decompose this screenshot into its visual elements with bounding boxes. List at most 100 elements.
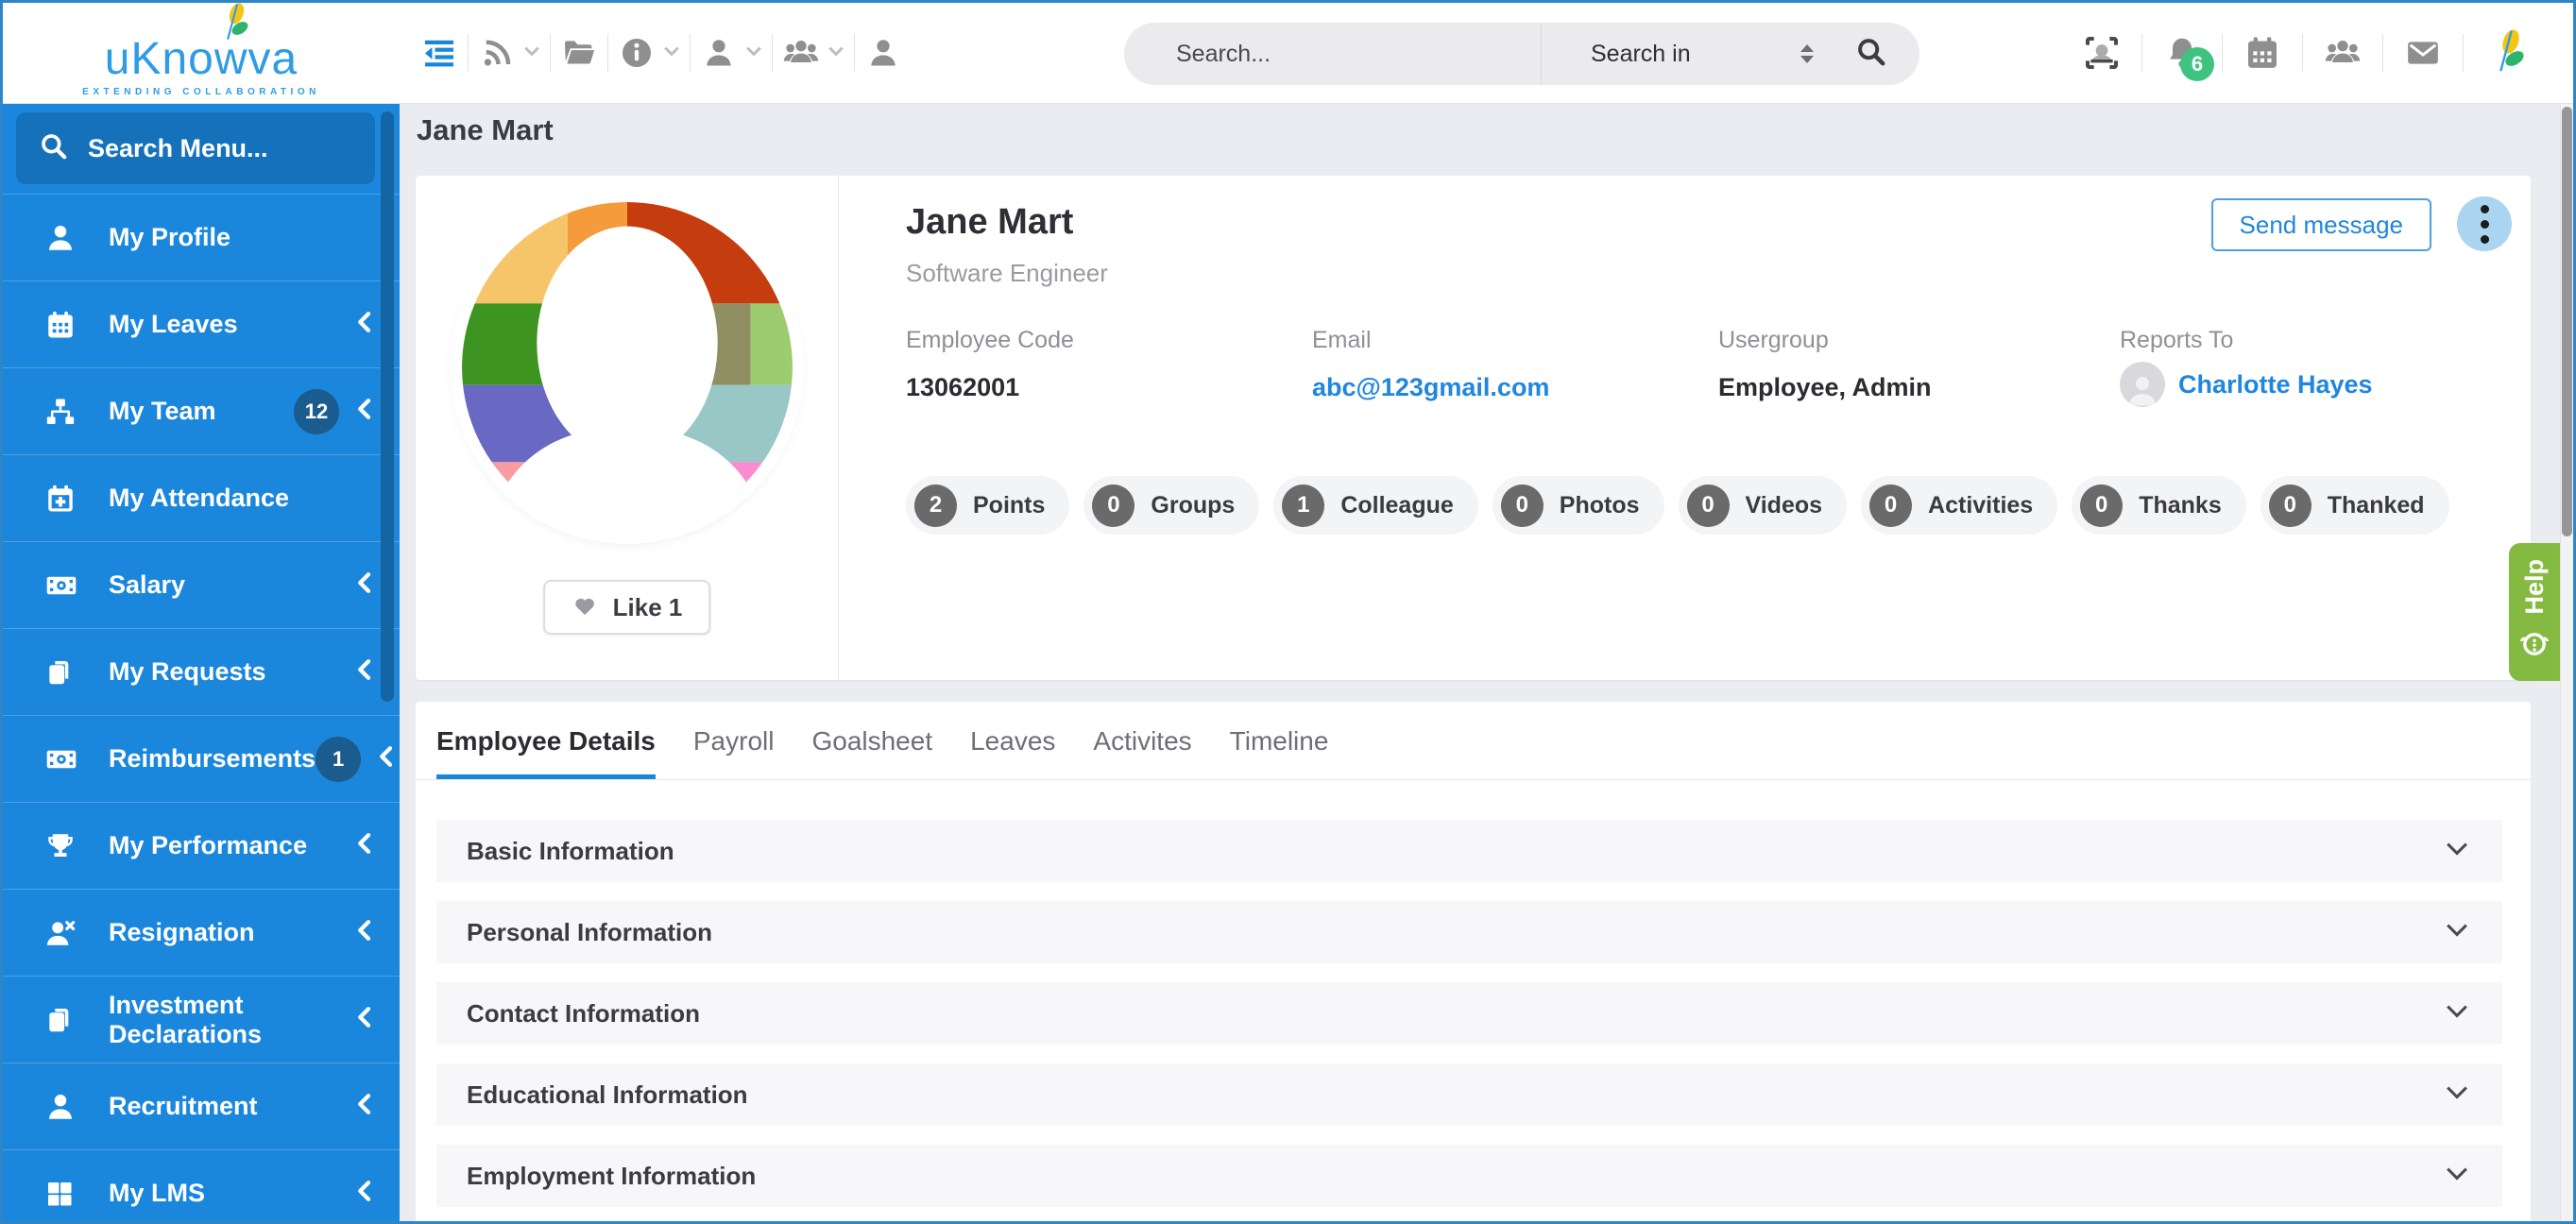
sidebar-item-my-leaves[interactable]: My Leaves xyxy=(3,280,400,367)
page-scrollbar[interactable] xyxy=(2560,104,2573,1221)
avatar[interactable] xyxy=(462,202,793,533)
stat-count: 0 xyxy=(2080,484,2123,527)
grid-icon xyxy=(44,1176,80,1212)
user-group-icon[interactable] xyxy=(782,34,820,72)
tab-leaves[interactable]: Leaves xyxy=(970,726,1055,779)
chevron-down-icon[interactable] xyxy=(523,44,540,62)
top-bar: uKnowva EXTENDING COLLABORATION xyxy=(3,3,2573,104)
sidebar-item-recruitment[interactable]: Recruitment xyxy=(3,1062,400,1149)
sidebar-item-label: Investment Declarations xyxy=(109,991,354,1049)
sidebar-item-my-team[interactable]: My Team 12 xyxy=(3,367,400,454)
accordion-title: Personal Information xyxy=(467,918,712,947)
collapse-menu-icon[interactable] xyxy=(420,34,458,72)
stat-label: Colleague xyxy=(1340,492,1453,519)
sidebar-item-label: My Team xyxy=(109,397,294,426)
stat-groups[interactable]: 0Groups xyxy=(1083,476,1259,535)
tab-timeline[interactable]: Timeline xyxy=(1230,726,1329,779)
sidebar-item-my-lms[interactable]: My LMS xyxy=(3,1149,400,1221)
search-input[interactable] xyxy=(1124,23,1541,85)
count-badge: 12 xyxy=(294,389,339,434)
like-button[interactable]: Like 1 xyxy=(543,580,711,635)
sidebar-item-my-attendance[interactable]: My Attendance xyxy=(3,454,400,541)
field-label: Employee Code xyxy=(906,327,1312,354)
face-scan-icon[interactable] xyxy=(2083,34,2121,72)
mail-icon[interactable] xyxy=(2404,34,2442,72)
app-window: uKnowva EXTENDING COLLABORATION xyxy=(0,0,2576,1224)
stat-videos[interactable]: 0Videos xyxy=(1679,476,1848,535)
manager-link[interactable]: Charlotte Hayes xyxy=(2178,370,2373,400)
info-icon[interactable] xyxy=(618,34,656,72)
search-in-select[interactable]: Search in xyxy=(1542,23,1919,85)
accordion-employment-information[interactable]: Employment Information xyxy=(436,1145,2502,1207)
stat-photos[interactable]: 0Photos xyxy=(1493,476,1664,535)
accordion-basic-information[interactable]: Basic Information xyxy=(436,820,2502,882)
help-button[interactable]: Help xyxy=(2509,543,2560,681)
stat-activities[interactable]: 0Activities xyxy=(1861,476,2057,535)
field-reports-to: Reports To Charlotte Hayes xyxy=(2120,327,2493,407)
stat-label: Photos xyxy=(1560,492,1640,519)
field-label: Email xyxy=(1312,327,1718,354)
accordion-personal-information[interactable]: Personal Information xyxy=(436,901,2502,963)
sidebar-item-reimbursements[interactable]: Reimbursements 1 xyxy=(3,715,400,802)
chevron-down-icon xyxy=(2446,842,2468,860)
page-scrollbar-thumb[interactable] xyxy=(2562,107,2572,536)
email-link[interactable]: abc@123gmail.com xyxy=(1312,373,1718,402)
accordion-contact-information[interactable]: Contact Information xyxy=(436,982,2502,1045)
tab-activites[interactable]: Activites xyxy=(1093,726,1191,779)
sidebar-item-my-performance[interactable]: My Performance xyxy=(3,802,400,889)
accordion-title: Basic Information xyxy=(467,837,674,866)
calendar-icon[interactable] xyxy=(2243,34,2281,72)
like-label: Like 1 xyxy=(613,593,683,622)
main-content: Jane Mart xyxy=(400,104,2573,1221)
sidebar-item-resignation[interactable]: Resignation xyxy=(3,889,400,976)
user-icon[interactable] xyxy=(700,34,738,72)
chevron-down-icon[interactable] xyxy=(745,44,762,62)
profile-details-panel: Jane Mart Software Engineer Send message… xyxy=(840,176,2531,680)
tab-goalsheet[interactable]: Goalsheet xyxy=(811,726,932,779)
sidebar-item-label: My Performance xyxy=(109,831,354,860)
people-directory-icon[interactable] xyxy=(2324,34,2362,72)
sidebar-item-salary[interactable]: Salary xyxy=(3,541,400,628)
stat-colleague[interactable]: 1Colleague xyxy=(1273,476,1477,535)
profile-stats: 2Points 0Groups 1Colleague 0Photos 0Vide… xyxy=(906,476,2449,535)
accordion-list: Basic Information Personal Information C… xyxy=(416,780,2531,1207)
field-value: 13062001 xyxy=(906,373,1312,402)
send-message-button[interactable]: Send message xyxy=(2211,198,2431,251)
sidebar-item-my-profile[interactable]: My Profile xyxy=(3,194,400,280)
tab-payroll[interactable]: Payroll xyxy=(693,726,775,779)
sidebar-nav: My Profile My Leaves My Team 12 My Atten… xyxy=(3,194,400,1221)
rss-feed-icon[interactable] xyxy=(478,34,516,72)
accordion-educational-information[interactable]: Educational Information xyxy=(436,1063,2502,1126)
details-card: Employee Details Payroll Goalsheet Leave… xyxy=(416,702,2531,1221)
stat-points[interactable]: 2Points xyxy=(906,476,1069,535)
folder-icon[interactable] xyxy=(560,34,598,72)
chevron-down-icon[interactable] xyxy=(827,44,844,62)
manager-avatar[interactable] xyxy=(2120,362,2165,407)
sidebar-search[interactable] xyxy=(16,112,375,184)
profile-name: Jane Mart xyxy=(906,202,1073,243)
accordion-title: Employment Information xyxy=(467,1162,756,1191)
select-arrows-icon xyxy=(1800,44,1814,63)
stat-thanks[interactable]: 0Thanks xyxy=(2072,476,2246,535)
sidebar-item-investment-declarations[interactable]: Investment Declarations xyxy=(3,976,400,1062)
brand-tagline: EXTENDING COLLABORATION xyxy=(82,87,320,97)
profile-fields: Employee Code 13062001 Email abc@123gmai… xyxy=(906,327,2493,407)
brand-leaf-icon xyxy=(2484,27,2530,79)
chevron-down-icon[interactable] xyxy=(663,44,680,62)
stat-label: Activities xyxy=(1928,492,2033,519)
field-label: Usergroup xyxy=(1718,327,2120,354)
user-profile-icon[interactable] xyxy=(864,34,902,72)
more-options-button[interactable] xyxy=(2457,196,2512,251)
sidebar-item-my-requests[interactable]: My Requests xyxy=(3,628,400,715)
stat-label: Thanked xyxy=(2328,492,2425,519)
search-submit-icon[interactable] xyxy=(1855,36,1887,73)
tab-employee-details[interactable]: Employee Details xyxy=(436,726,656,779)
sidebar: My Profile My Leaves My Team 12 My Atten… xyxy=(3,104,400,1221)
brand-logo[interactable]: uKnowva EXTENDING COLLABORATION xyxy=(3,3,400,103)
sidebar-search-input[interactable] xyxy=(88,134,400,163)
field-label: Reports To xyxy=(2120,327,2493,354)
chevron-left-icon xyxy=(354,918,373,947)
sidebar-scrollbar[interactable] xyxy=(381,111,394,702)
accordion-title: Educational Information xyxy=(467,1080,748,1110)
stat-thanked[interactable]: 0Thanked xyxy=(2260,476,2449,535)
